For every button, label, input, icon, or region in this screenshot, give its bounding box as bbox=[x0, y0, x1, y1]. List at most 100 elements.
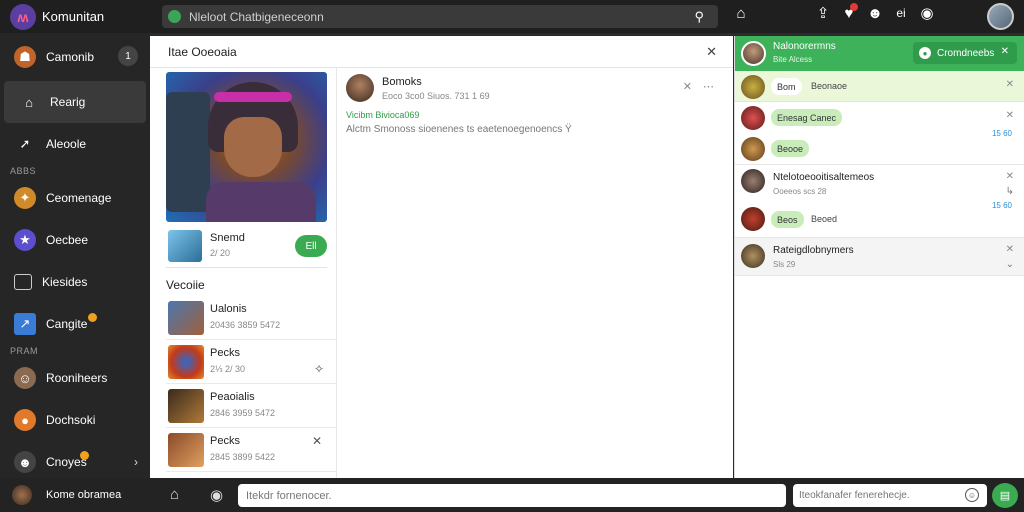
sidebar-item-label: Oecbee bbox=[46, 233, 89, 247]
item-sub: 2845 3899 5422 bbox=[210, 452, 276, 462]
list-item[interactable]: Peaoialis 2846 3959 5472 bbox=[166, 384, 336, 428]
thread-pill: Beos bbox=[771, 211, 804, 228]
home-icon[interactable]: ⌂ bbox=[170, 486, 179, 503]
top-actions: ⌂ ⇪ ♥ ☻ ei ◉ bbox=[728, 2, 940, 22]
bottom-profile[interactable]: Kome obramea bbox=[0, 478, 150, 512]
pin-icon[interactable]: ✧ bbox=[314, 362, 324, 376]
close-icon[interactable]: ✕ bbox=[1001, 46, 1009, 57]
brand[interactable]: ʍ Komunitan bbox=[0, 3, 160, 30]
bottom-bar: Kome obramea ⌂ ◉ Itekdr fornenocer. Iteo… bbox=[0, 478, 1024, 512]
item-thumbnail bbox=[168, 389, 204, 423]
more-icon[interactable]: ⋯ bbox=[703, 81, 714, 93]
sidebar-item-home[interactable]: ⌂ Rearig bbox=[4, 81, 146, 123]
close-icon[interactable]: ✕ bbox=[683, 81, 692, 93]
sidebar-item-arrow[interactable]: ➚ Aleoole bbox=[0, 123, 150, 165]
close-icon[interactable]: ✕ bbox=[1006, 110, 1014, 121]
chat-thread[interactable]: Rateigdlobnymers Sls 29 ✕ ⌄ bbox=[735, 238, 1024, 276]
coin-icon: ● bbox=[14, 409, 36, 431]
thread-name: Ntelotoeooitisaltemeos bbox=[773, 172, 875, 183]
post-tag: Vicibm Bivioca069 bbox=[346, 110, 420, 120]
close-icon[interactable]: ✕ bbox=[706, 44, 717, 60]
chat-header-button[interactable]: ● Cromdneebs ✕ bbox=[913, 42, 1017, 64]
sidebar-item-label: Kiesides bbox=[42, 275, 88, 289]
item-thumbnail bbox=[168, 433, 204, 467]
game-info: Snemd 2/ 20 Ell bbox=[166, 228, 327, 268]
star-icon: ★ bbox=[14, 229, 36, 251]
share-icon[interactable]: ↳ bbox=[1006, 186, 1014, 197]
chat-input[interactable]: Iteokfanafer fenerehecje. ☺ bbox=[793, 484, 987, 507]
search-bar[interactable]: Nleloot Chatbigeneceonn ⚲ bbox=[162, 5, 718, 28]
sidebar-item-label: Aleoole bbox=[46, 137, 87, 151]
home-icon[interactable]: ⌂ bbox=[728, 5, 754, 22]
close-icon[interactable]: ✕ bbox=[1006, 244, 1014, 255]
sidebar-item-label: Ceomenage bbox=[46, 191, 112, 205]
avatar bbox=[12, 485, 32, 505]
button-label: Cromdneebs bbox=[937, 47, 995, 59]
send-button[interactable]: ▤ bbox=[992, 483, 1018, 508]
profile-label[interactable]: ei bbox=[888, 6, 914, 20]
game-icon: ✦ bbox=[14, 187, 36, 209]
sidebar-item-coin[interactable]: ● Dochsoki bbox=[0, 399, 150, 441]
game-name: Snemd bbox=[210, 232, 245, 244]
avatar-icon: ☺ bbox=[14, 367, 36, 389]
panel-header: Itae Ooeoaia bbox=[150, 36, 733, 68]
chat-title: Nalonorermns bbox=[773, 41, 836, 52]
sidebar-item-community[interactable]: ☗ Camonib 1 bbox=[0, 33, 150, 81]
app-title: Komunitan bbox=[42, 9, 105, 24]
thread-avatar bbox=[741, 137, 765, 161]
thread-sub: Ooeeos scs 28 bbox=[773, 187, 827, 196]
message-placeholder: Itekdr fornenocer. bbox=[246, 489, 332, 502]
chat-thread[interactable]: Ntelotoeooitisaltemeos Ooeeos scs 28 ✕ ↳… bbox=[735, 165, 1024, 238]
upload-icon[interactable]: ⇪ bbox=[810, 4, 836, 22]
chat-placeholder: Iteokfanafer fenerehecje. bbox=[799, 490, 910, 501]
item-thumbnail bbox=[168, 301, 204, 335]
thread-text: Beonaoe bbox=[811, 81, 848, 91]
play-button[interactable]: Ell bbox=[295, 235, 327, 257]
sidebar-item-label: Rooniheers bbox=[46, 371, 108, 385]
chat-icon: ● bbox=[919, 47, 931, 59]
sidebar-item-avatar[interactable]: ☺ Rooniheers bbox=[0, 357, 150, 399]
chat-avatar[interactable] bbox=[741, 41, 766, 66]
close-icon[interactable]: ✕ bbox=[1006, 79, 1014, 90]
alert-icon[interactable]: ♥ bbox=[836, 2, 862, 22]
emoji-icon[interactable]: ◉ bbox=[210, 486, 223, 504]
thread-avatar bbox=[741, 244, 765, 268]
pinned-thread[interactable]: Bom Beonaoe ✕ bbox=[735, 71, 1024, 102]
chat-panel: Nalonorermns Bite Alcess ● Cromdneebs ✕ … bbox=[734, 36, 1024, 478]
sidebar-item-library[interactable]: Kiesides bbox=[0, 261, 150, 303]
item-thumbnail bbox=[168, 345, 204, 379]
game-cover-image[interactable] bbox=[166, 72, 327, 222]
list-item[interactable]: Pecks 2845 3899 5422 ✕ bbox=[166, 428, 336, 472]
close-icon[interactable]: ✕ bbox=[1006, 171, 1014, 182]
message-input[interactable]: Itekdr fornenocer. bbox=[238, 484, 786, 507]
main-panel: Itae Ooeoaia ✕ Snemd 2/ 20 Ell Vecoiie U… bbox=[150, 36, 733, 478]
chevron-right-icon[interactable]: › bbox=[134, 455, 138, 469]
sidebar-item-group[interactable]: ☻ Cnoyes › bbox=[0, 441, 150, 483]
item-name: Pecks bbox=[210, 435, 240, 447]
game-sub: 2/ 20 bbox=[210, 248, 231, 258]
close-icon[interactable]: ✕ bbox=[312, 434, 322, 448]
item-name: Ualonis bbox=[210, 303, 247, 315]
post-avatar[interactable] bbox=[346, 74, 374, 102]
chat-thread[interactable]: Enesag Canec ✕ 15 60 Beooe bbox=[735, 102, 1024, 165]
emoji-icon[interactable]: ☺ bbox=[965, 488, 979, 502]
chevron-down-icon[interactable]: ⌄ bbox=[1006, 259, 1014, 270]
item-sub: 2⅓ 2/ 30 bbox=[210, 364, 246, 374]
thread-stat: 15 60 bbox=[991, 129, 1012, 138]
user-icon[interactable]: ⚲ bbox=[694, 9, 704, 25]
post-text: Alctm Smonoss sioenenes ts eaetenoegenoe… bbox=[346, 124, 572, 135]
count-badge: 1 bbox=[118, 46, 138, 66]
user-avatar[interactable] bbox=[987, 3, 1014, 30]
sidebar-item-star[interactable]: ★ Oecbee bbox=[0, 219, 150, 261]
profile-name: Kome obramea bbox=[46, 489, 122, 501]
thread-avatar bbox=[741, 106, 765, 130]
post-meta: Eoco 3co0 Siuos. 731 1 69 bbox=[382, 91, 490, 101]
profile-icon[interactable]: ☻ bbox=[862, 5, 888, 22]
settings-icon[interactable]: ◉ bbox=[914, 4, 940, 22]
list-item[interactable]: Ualonis 20436 3859 5472 bbox=[166, 296, 336, 340]
list-item[interactable]: Pecks 2⅓ 2/ 30 ✧ bbox=[166, 340, 336, 384]
sidebar-item-tool[interactable]: ↗ Cangite bbox=[0, 303, 150, 345]
game-thumbnail bbox=[168, 230, 202, 262]
sidebar-item-games[interactable]: ✦ Ceomenage bbox=[0, 177, 150, 219]
post-author[interactable]: Bomoks bbox=[382, 76, 422, 88]
